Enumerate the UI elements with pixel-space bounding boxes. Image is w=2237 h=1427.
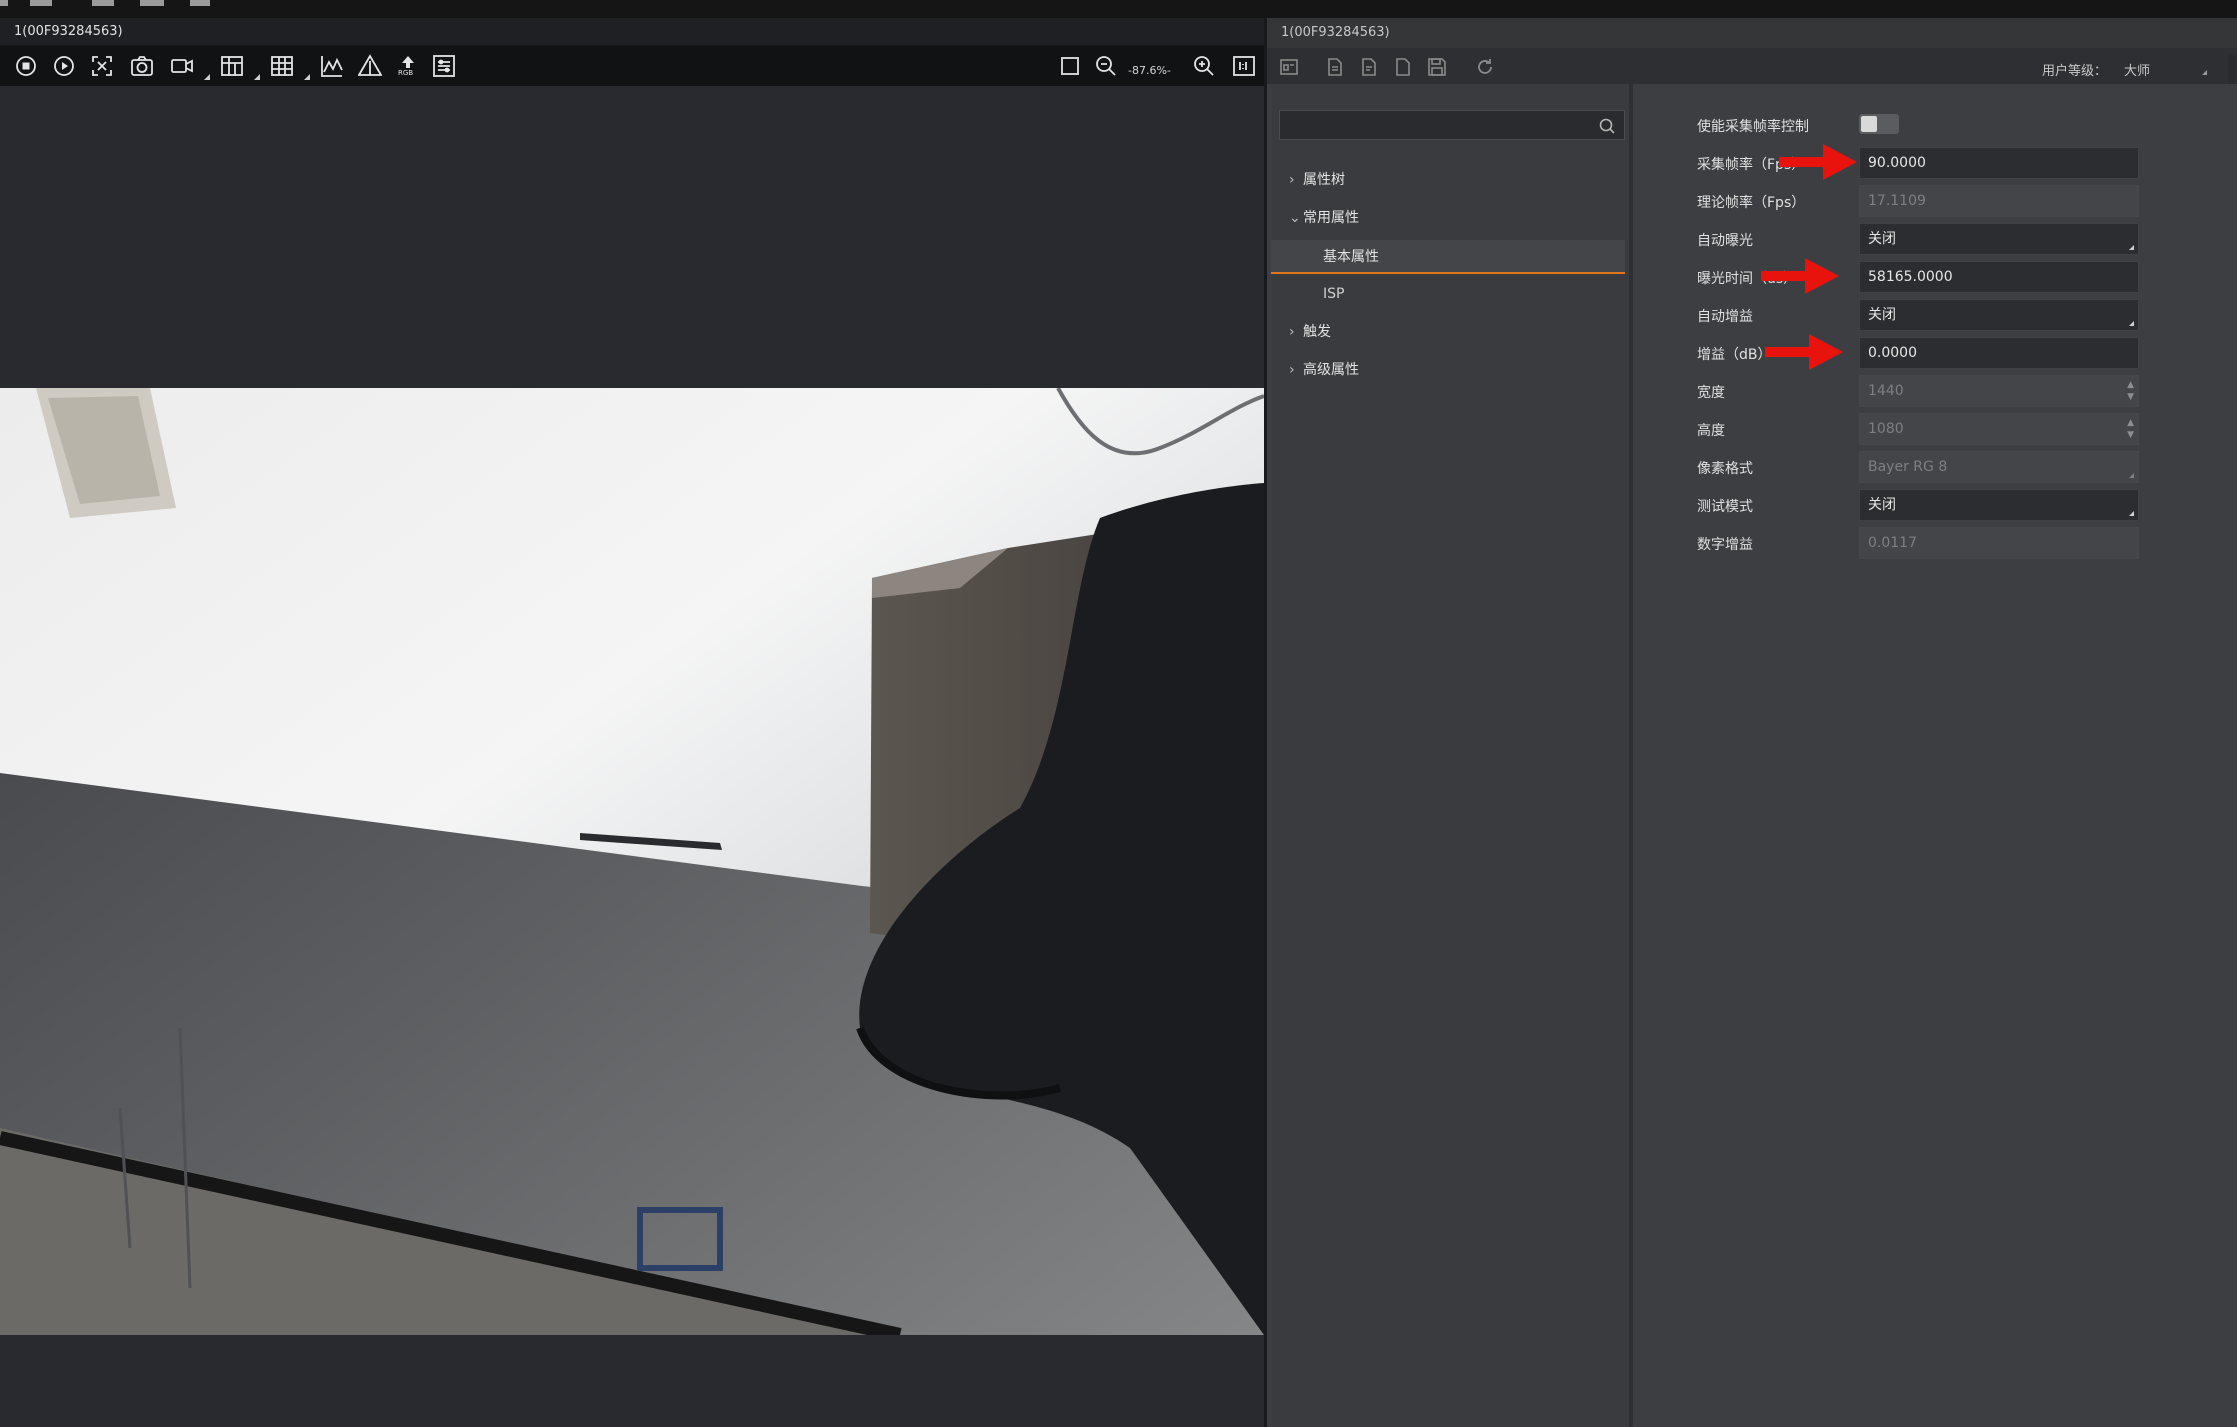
height-field: 1080 ▲ ▼	[1859, 413, 2139, 445]
camera-viewport[interactable]	[0, 86, 1264, 1427]
snapshot-icon[interactable]	[130, 54, 154, 78]
tree-item-label: ISP	[1323, 286, 1345, 302]
menu-icon[interactable]	[190, 0, 210, 6]
tree-item-basic-properties[interactable]: 基本属性	[1271, 240, 1625, 274]
menu-icon[interactable]	[0, 0, 8, 6]
dropdown-corner-icon[interactable]	[254, 74, 260, 80]
tree-item-advanced-properties[interactable]: › 高级属性	[1271, 353, 1625, 387]
menu-icon[interactable]	[92, 0, 114, 6]
actual-size-icon[interactable]	[1232, 54, 1256, 78]
crop-icon[interactable]	[1058, 54, 1082, 78]
load-file-icon[interactable]	[1325, 57, 1345, 77]
zoom-out-icon[interactable]	[1094, 54, 1118, 78]
prop-label-gain: 增益（dB）	[1697, 347, 1772, 363]
tree-item-isp[interactable]: ISP	[1271, 277, 1625, 311]
save-file-icon[interactable]	[1359, 57, 1379, 77]
prop-label-height: 高度	[1697, 423, 1725, 439]
test-pattern-select[interactable]: 关闭	[1859, 489, 2139, 521]
prop-label-theoretical-fps: 理论帧率（Fps）	[1697, 195, 1806, 211]
refresh-icon[interactable]	[1475, 57, 1495, 77]
fit-icon[interactable]	[90, 54, 114, 78]
property-grid: 使能采集帧率控制 采集帧率（Fps） 90.0000 理论帧率（Fps） 17.…	[1633, 84, 2237, 1427]
camera-image	[0, 388, 1264, 1335]
tree-item-label: 常用属性	[1303, 210, 1359, 226]
user-level-select[interactable]: 大师	[2124, 60, 2150, 79]
chevron-right-icon[interactable]: ›	[1289, 315, 1295, 349]
tree-item-label: 基本属性	[1323, 249, 1379, 265]
fps-enable-toggle[interactable]	[1859, 114, 1899, 134]
settings-icon[interactable]	[432, 54, 456, 78]
pixel-format-select: Bayer RG 8	[1859, 451, 2139, 483]
chevron-down-icon[interactable]: ⌄	[1289, 201, 1301, 235]
zoom-in-icon[interactable]	[1192, 54, 1216, 78]
auto-gain-select[interactable]: 关闭	[1859, 299, 2139, 331]
play-icon[interactable]	[52, 54, 76, 78]
menu-icon[interactable]	[140, 0, 164, 6]
warning-icon[interactable]	[357, 54, 383, 78]
user-level-label: 用户等级：	[2042, 64, 2108, 79]
grid-icon[interactable]	[220, 54, 244, 78]
acquisition-fps-input[interactable]: 90.0000	[1859, 147, 2139, 179]
chevron-right-icon[interactable]: ›	[1289, 163, 1295, 197]
menu-icon[interactable]	[30, 0, 52, 6]
image-panel-title: 1(00F93284563)	[0, 18, 1264, 46]
table-grid-icon[interactable]	[270, 54, 294, 78]
tree-search-input[interactable]	[1279, 110, 1625, 140]
tree-item-common-properties[interactable]: ⌄ 常用属性	[1271, 201, 1625, 235]
dropdown-corner-icon[interactable]	[304, 74, 310, 80]
annotation-arrow-icon	[1765, 334, 1843, 370]
rgb-icon[interactable]: RGB	[396, 54, 420, 78]
save-icon[interactable]	[1427, 57, 1447, 77]
gain-input[interactable]: 0.0000	[1859, 337, 2139, 369]
dropdown-corner-icon[interactable]	[204, 74, 210, 80]
histogram-icon[interactable]	[320, 54, 344, 78]
auto-exposure-select[interactable]: 关闭	[1859, 223, 2139, 255]
prop-label-auto-gain: 自动增益	[1697, 309, 1753, 325]
stop-icon[interactable]	[14, 54, 38, 78]
annotation-arrow-icon	[1761, 258, 1839, 294]
prop-label-test-pattern: 测试模式	[1697, 499, 1753, 515]
annotation-arrow-icon	[1779, 144, 1857, 180]
chevron-right-icon[interactable]: ›	[1289, 353, 1295, 387]
tree-item-property-tree[interactable]: › 属性树	[1271, 163, 1625, 197]
prop-label-pixel-format: 像素格式	[1697, 461, 1753, 477]
prop-label-auto-exposure: 自动曝光	[1697, 233, 1753, 249]
image-view-panel: 1(00F93284563) RGB -87.6%-	[0, 18, 1264, 1427]
property-panel: 1(00F93284563) 用户等级： 大师 › 属性树 ⌄ 常用属性 基本属…	[1267, 18, 2237, 1427]
height-value: 1080	[1868, 421, 1904, 437]
toggle-knob	[1861, 116, 1877, 132]
zoom-level-text: -87.6%-	[1128, 64, 1171, 77]
chevron-down-icon[interactable]	[2202, 70, 2207, 75]
top-menu-strip	[0, 0, 2237, 18]
tree-item-trigger[interactable]: › 触发	[1271, 315, 1625, 349]
property-toolbar: 用户等级： 大师	[1267, 48, 2237, 84]
document-icon[interactable]	[1393, 57, 1413, 77]
digital-gain-field: 0.0117	[1859, 527, 2139, 559]
width-field: 1440 ▲ ▼	[1859, 375, 2139, 407]
tree-item-label: 属性树	[1303, 172, 1345, 188]
record-icon[interactable]	[170, 54, 194, 78]
tree-item-label: 触发	[1303, 324, 1331, 340]
prop-label-digital-gain: 数字增益	[1697, 537, 1753, 553]
exposure-time-input[interactable]: 58165.0000	[1859, 261, 2139, 293]
prop-label-fps-enable: 使能采集帧率控制	[1697, 119, 1809, 135]
image-toolbar: RGB -87.6%-	[0, 46, 1264, 86]
spinner-arrows-icon: ▲ ▼	[2127, 380, 2134, 402]
rgb-label: RGB	[398, 69, 414, 77]
spinner-arrows-icon: ▲ ▼	[2127, 418, 2134, 440]
property-panel-title: 1(00F93284563)	[1267, 18, 2237, 48]
search-icon[interactable]	[1598, 117, 1616, 135]
prop-label-width: 宽度	[1697, 385, 1725, 401]
width-value: 1440	[1868, 383, 1904, 399]
tree-item-label: 高级属性	[1303, 362, 1359, 378]
property-tree: › 属性树 ⌄ 常用属性 基本属性 ISP › 触发 › 高级属性	[1271, 84, 1629, 1427]
theoretical-fps-field: 17.1109	[1859, 185, 2139, 217]
export-icon[interactable]	[1279, 57, 1299, 77]
